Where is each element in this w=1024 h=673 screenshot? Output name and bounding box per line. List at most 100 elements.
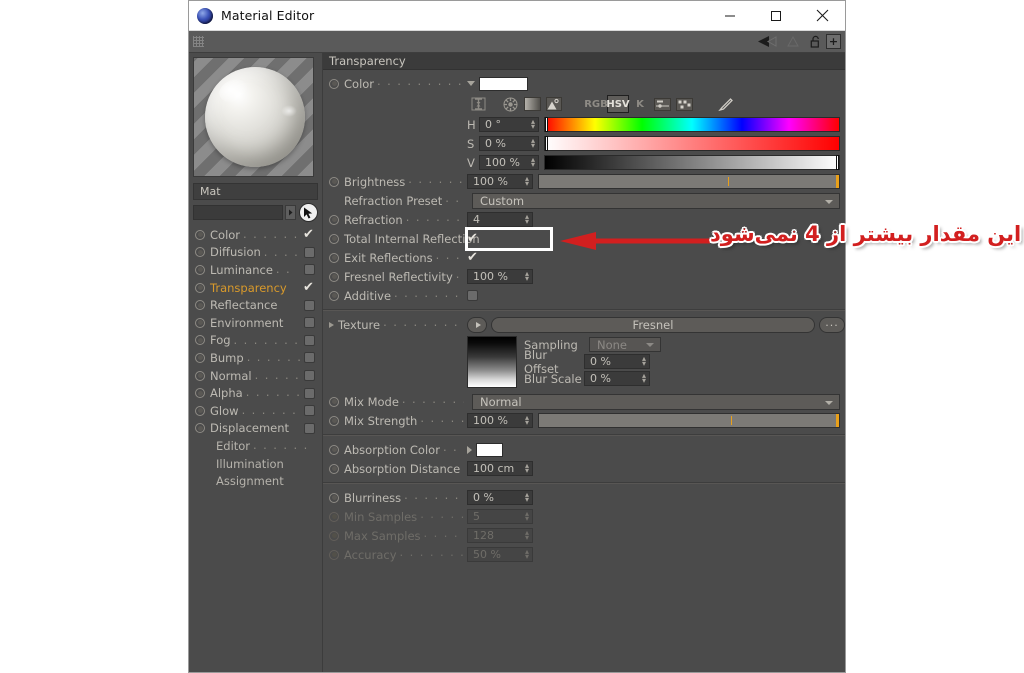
channel-radio-icon[interactable]: [195, 423, 205, 434]
channel-checkbox[interactable]: [304, 422, 315, 434]
sidebar-item-editor[interactable]: Editor . . . . . .: [189, 437, 322, 455]
color-expand-arrow-icon[interactable]: [467, 81, 475, 86]
sidebar-item-bump[interactable]: Bump . . . . . . .: [189, 349, 322, 367]
saturation-handle[interactable]: [545, 136, 548, 151]
fresnel-reflectivity-input[interactable]: 100 % ▴ ▾: [467, 269, 533, 284]
sidebar-item-assignment[interactable]: Assignment: [189, 472, 322, 490]
animate-radio-icon[interactable]: [329, 176, 339, 187]
minimize-button[interactable]: [707, 1, 753, 30]
channel-checkbox[interactable]: [304, 264, 315, 276]
gradient-thumbnail[interactable]: [467, 336, 517, 388]
absorption-distance-input[interactable]: 100 cm ▴ ▾: [467, 461, 533, 476]
channel-radio-icon[interactable]: [195, 282, 205, 293]
sidebar-item-environment[interactable]: Environment: [189, 314, 322, 332]
add-material-button[interactable]: +: [826, 34, 841, 49]
channel-radio-icon[interactable]: [195, 388, 205, 399]
back-triangle-icon[interactable]: [756, 34, 778, 49]
close-button[interactable]: [799, 1, 845, 30]
channel-radio-icon[interactable]: [195, 264, 205, 275]
saturation-slider[interactable]: [544, 136, 840, 151]
animate-radio-icon[interactable]: [329, 252, 339, 263]
hue-input[interactable]: 0 ° ▴ ▾: [479, 117, 539, 132]
channel-radio-icon[interactable]: [195, 370, 205, 381]
value-input[interactable]: 100 % ▴ ▾: [479, 155, 539, 170]
refraction-preset-dropdown[interactable]: Custom: [472, 192, 840, 209]
color-wheel-icon[interactable]: [499, 95, 521, 113]
channel-checkbox[interactable]: [304, 299, 315, 311]
sidebar-item-fog[interactable]: Fog . . . . . . . .: [189, 332, 322, 350]
value-handle[interactable]: [836, 155, 839, 170]
spinner-icon[interactable]: ▴ ▾: [642, 355, 646, 368]
blur-offset-input[interactable]: 0 % ▴ ▾: [584, 354, 650, 369]
channel-checkbox[interactable]: [304, 352, 315, 364]
sidebar-item-illumination[interactable]: Illumination: [189, 455, 322, 473]
channel-radio-icon[interactable]: [195, 247, 205, 258]
lock-open-icon[interactable]: [808, 34, 822, 49]
animate-radio-icon[interactable]: [329, 444, 339, 455]
animate-radio-icon[interactable]: [329, 214, 339, 225]
blurriness-input[interactable]: 0 % ▴ ▾: [467, 490, 533, 505]
refraction-input[interactable]: 4 ▴ ▾: [467, 212, 533, 227]
sidebar-item-normal[interactable]: Normal . . . . . .: [189, 367, 322, 385]
channel-radio-icon[interactable]: [195, 405, 205, 416]
sidebar-item-luminance[interactable]: Luminance . .: [189, 261, 322, 279]
kelvin-mode-button[interactable]: K: [629, 95, 651, 113]
brightness-slider[interactable]: [538, 174, 840, 189]
search-arrow-icon[interactable]: [285, 205, 296, 220]
spinner-icon[interactable]: ▴ ▾: [525, 462, 529, 475]
blur-scale-input[interactable]: 0 % ▴ ▾: [584, 371, 650, 386]
channel-checkbox[interactable]: [304, 370, 315, 382]
search-input[interactable]: [193, 205, 283, 220]
sidebar-item-transparency[interactable]: Transparency ✔: [189, 279, 322, 297]
sliders-mode-icon[interactable]: [651, 95, 673, 113]
saturation-input[interactable]: 0 % ▴ ▾: [479, 136, 539, 151]
channel-checkmark-icon[interactable]: ✔: [303, 228, 316, 241]
animate-radio-icon[interactable]: [329, 415, 339, 426]
value-slider[interactable]: [544, 155, 840, 170]
channel-radio-icon[interactable]: [195, 300, 205, 311]
spinner-icon[interactable]: ▴ ▾: [525, 175, 529, 188]
sidebar-item-color[interactable]: Color . . . . . . . ✔: [189, 226, 322, 244]
animate-radio-icon[interactable]: [329, 78, 339, 89]
animate-radio-icon[interactable]: [329, 233, 339, 244]
channel-checkmark-icon[interactable]: ✔: [303, 281, 316, 294]
mix-strength-input[interactable]: 100 % ▴ ▾: [467, 413, 533, 428]
channel-checkbox[interactable]: [304, 405, 315, 417]
texture-browse-button[interactable]: ...: [819, 316, 845, 333]
hue-slider[interactable]: [544, 117, 840, 132]
spinner-icon[interactable]: ▴ ▾: [525, 270, 529, 283]
sidebar-item-glow[interactable]: Glow . . . . . . . .: [189, 402, 322, 420]
brightness-input[interactable]: 100 % ▴ ▾: [467, 174, 533, 189]
animate-radio-icon[interactable]: [329, 396, 339, 407]
hue-handle[interactable]: [545, 117, 548, 132]
spinner-icon[interactable]: ▴ ▾: [525, 414, 529, 427]
channel-radio-icon[interactable]: [195, 335, 205, 346]
eyedropper-icon[interactable]: [715, 95, 737, 113]
up-triangle-icon[interactable]: [782, 34, 804, 49]
sidebar-item-displacement[interactable]: Displacement: [189, 420, 322, 438]
sidebar-item-reflectance[interactable]: Reflectance: [189, 296, 322, 314]
mix-strength-slider[interactable]: [538, 413, 840, 428]
swatches-mode-icon[interactable]: [673, 95, 695, 113]
channel-radio-icon[interactable]: [195, 352, 205, 363]
gradient-icon[interactable]: [521, 95, 543, 113]
eyedrop-range-icon[interactable]: [467, 95, 489, 113]
material-name-field[interactable]: Mat: [193, 183, 318, 200]
channel-radio-icon[interactable]: [195, 317, 205, 328]
channel-checkbox[interactable]: [304, 387, 315, 399]
absorption-color-swatch[interactable]: [476, 442, 503, 457]
spinner-icon[interactable]: ▴ ▾: [642, 372, 646, 385]
spinner-icon[interactable]: ▴ ▾: [531, 118, 535, 131]
color-swatch[interactable]: [479, 76, 528, 91]
grip-icon[interactable]: [193, 36, 204, 47]
maximize-button[interactable]: [753, 1, 799, 30]
animate-radio-icon[interactable]: [329, 492, 339, 503]
cursor-pick-icon[interactable]: [299, 203, 318, 222]
rgb-mode-button[interactable]: RGB: [584, 95, 608, 113]
hsv-mode-button[interactable]: HSV: [606, 95, 630, 113]
channel-checkbox[interactable]: [304, 317, 315, 329]
spinner-icon[interactable]: ▴ ▾: [525, 213, 529, 226]
absorption-color-expand-arrow-icon[interactable]: [467, 445, 472, 454]
material-preview[interactable]: [193, 57, 314, 177]
texture-name-field[interactable]: Fresnel: [491, 316, 815, 333]
